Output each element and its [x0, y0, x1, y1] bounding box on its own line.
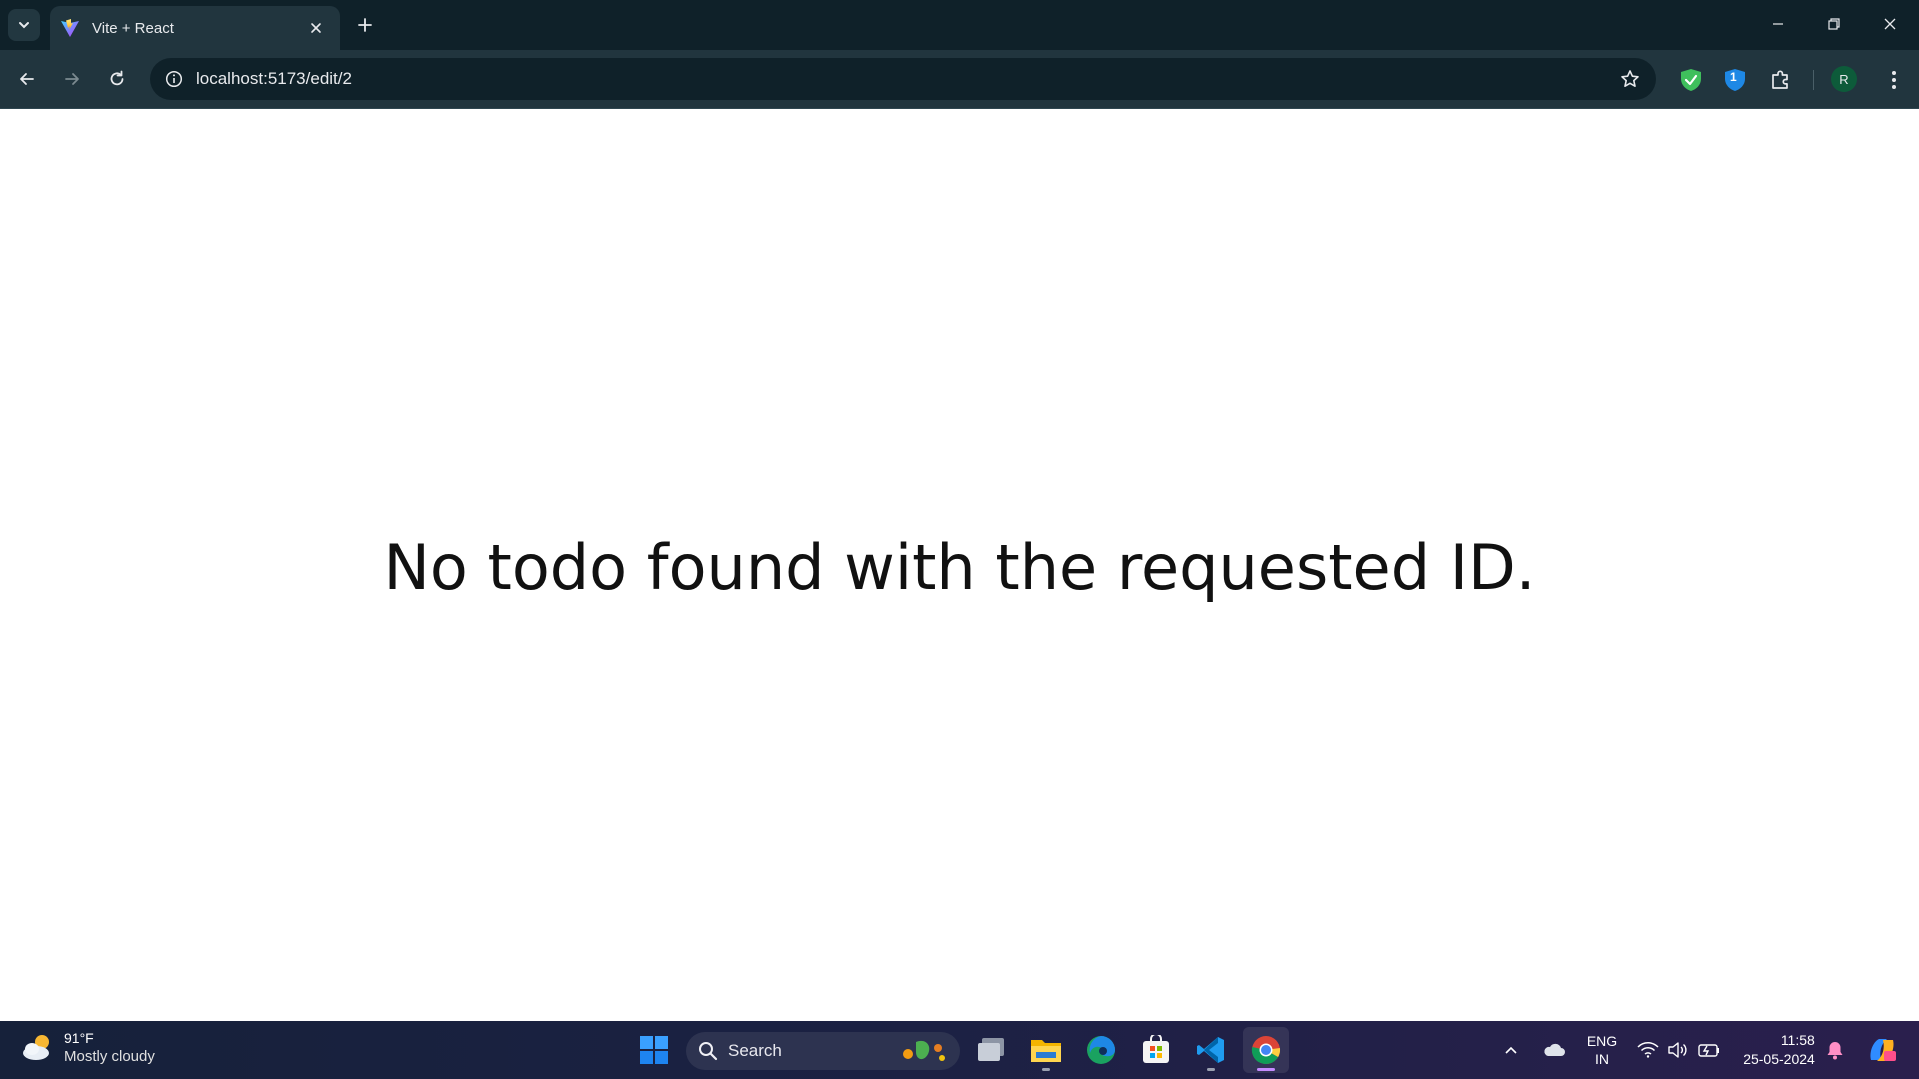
page-viewport: No todo found with the requested ID.	[0, 109, 1919, 1021]
weather-temperature: 91°F	[64, 1030, 94, 1046]
show-hidden-icons-button[interactable]	[1496, 1021, 1526, 1079]
partly-cloudy-icon	[23, 1035, 49, 1060]
url-text[interactable]: localhost:5173/edit/2	[196, 69, 1610, 89]
back-button[interactable]	[10, 62, 44, 96]
volume-tray[interactable]	[1664, 1021, 1692, 1079]
windows-logo-icon	[640, 1036, 668, 1064]
taskbar-file-explorer[interactable]	[1023, 1027, 1069, 1073]
clock[interactable]: 11:58 25-05-2024	[1738, 1021, 1820, 1079]
windows-taskbar: 91°F Mostly cloudy Search ENG IN 11:58 2…	[0, 1021, 1919, 1079]
cloud-icon	[1544, 1043, 1565, 1056]
notifications-button[interactable]	[1822, 1021, 1848, 1079]
search-highlight-icon	[903, 1040, 945, 1061]
back-arrow-icon	[20, 73, 34, 85]
site-info-button[interactable]	[154, 58, 194, 100]
browser-toolbar: localhost:5173/edit/2 1 R	[0, 50, 1919, 109]
extension-adguard-button[interactable]	[1673, 62, 1709, 98]
close-window-button[interactable]	[1862, 0, 1918, 48]
close-icon	[311, 23, 321, 33]
copilot-icon	[1870, 1039, 1896, 1061]
wifi-icon	[1637, 1042, 1659, 1058]
plus-icon	[358, 18, 372, 32]
browser-tab-strip: Vite + React	[0, 0, 1919, 50]
taskbar-edge[interactable]	[1078, 1027, 1124, 1073]
task-view-icon	[978, 1038, 1004, 1061]
search-label: Search	[728, 1041, 782, 1060]
network-tray[interactable]	[1634, 1021, 1662, 1079]
not-found-message: No todo found with the requested ID.	[383, 531, 1536, 604]
minimize-button[interactable]	[1750, 0, 1806, 48]
chevron-up-icon	[1505, 1046, 1517, 1054]
browser-menu-button[interactable]	[1876, 62, 1912, 98]
running-indicator	[1042, 1068, 1050, 1071]
vite-favicon-icon	[60, 18, 80, 38]
minimize-icon	[1773, 23, 1783, 25]
battery-tray[interactable]	[1694, 1021, 1724, 1079]
copilot-button[interactable]	[1862, 1021, 1902, 1079]
taskbar-chrome[interactable]	[1243, 1027, 1289, 1073]
weather-condition: Mostly cloudy	[64, 1048, 155, 1065]
search-icon	[699, 1042, 718, 1061]
clock-time: 11:58	[1780, 1032, 1815, 1048]
onedrive-tray-icon[interactable]	[1538, 1021, 1570, 1079]
start-button[interactable]	[631, 1027, 677, 1073]
language-indicator[interactable]: ENG IN	[1580, 1021, 1624, 1079]
star-icon	[1621, 70, 1639, 87]
battery-charging-icon	[1698, 1044, 1719, 1057]
running-indicator	[1207, 1068, 1215, 1071]
bookmark-button[interactable]	[1610, 58, 1650, 100]
tab-search-icon	[19, 22, 29, 29]
store-icon	[1143, 1035, 1169, 1063]
profile-avatar[interactable]: R	[1831, 66, 1857, 92]
weather-widget[interactable]: 91°F Mostly cloudy	[20, 1029, 155, 1067]
extension-bitwarden-button[interactable]: 1	[1717, 62, 1753, 98]
active-indicator	[1257, 1068, 1275, 1071]
vscode-icon	[1197, 1037, 1224, 1063]
taskbar-store[interactable]	[1133, 1027, 1179, 1073]
taskbar-search[interactable]: Search	[686, 1032, 960, 1070]
edge-browser-icon	[1087, 1036, 1115, 1064]
tab-search-button[interactable]	[8, 9, 40, 41]
extension-badge: 1	[1730, 70, 1737, 84]
folder-icon	[1031, 1040, 1061, 1062]
shield-check-icon	[1681, 69, 1701, 91]
taskbar-vscode[interactable]	[1188, 1027, 1234, 1073]
reload-button[interactable]	[100, 62, 134, 96]
speaker-icon	[1668, 1042, 1687, 1058]
puzzle-icon	[1772, 70, 1788, 89]
tab-title: Vite + React	[92, 19, 174, 37]
taskbar-task-view[interactable]	[968, 1027, 1014, 1073]
bell-icon	[1827, 1042, 1843, 1060]
language-code: ENG	[1586, 1033, 1618, 1049]
restore-button[interactable]	[1806, 0, 1862, 48]
language-region: IN	[1595, 1051, 1609, 1067]
active-tab[interactable]: Vite + React	[50, 6, 340, 50]
reload-icon	[110, 70, 124, 86]
clock-date: 25-05-2024	[1743, 1051, 1815, 1067]
restore-icon	[1828, 18, 1840, 30]
forward-arrow-icon	[65, 73, 79, 85]
site-info-icon	[165, 70, 183, 88]
extensions-menu-button[interactable]	[1763, 62, 1799, 98]
address-bar[interactable]: localhost:5173/edit/2	[150, 58, 1656, 100]
new-tab-button[interactable]	[350, 10, 380, 40]
tab-close-button[interactable]	[304, 16, 328, 40]
forward-button[interactable]	[55, 62, 89, 96]
kebab-menu-icon	[1892, 71, 1896, 89]
close-window-icon	[1884, 18, 1896, 30]
chrome-icon	[1251, 1036, 1281, 1064]
toolbar-separator	[1813, 70, 1814, 90]
